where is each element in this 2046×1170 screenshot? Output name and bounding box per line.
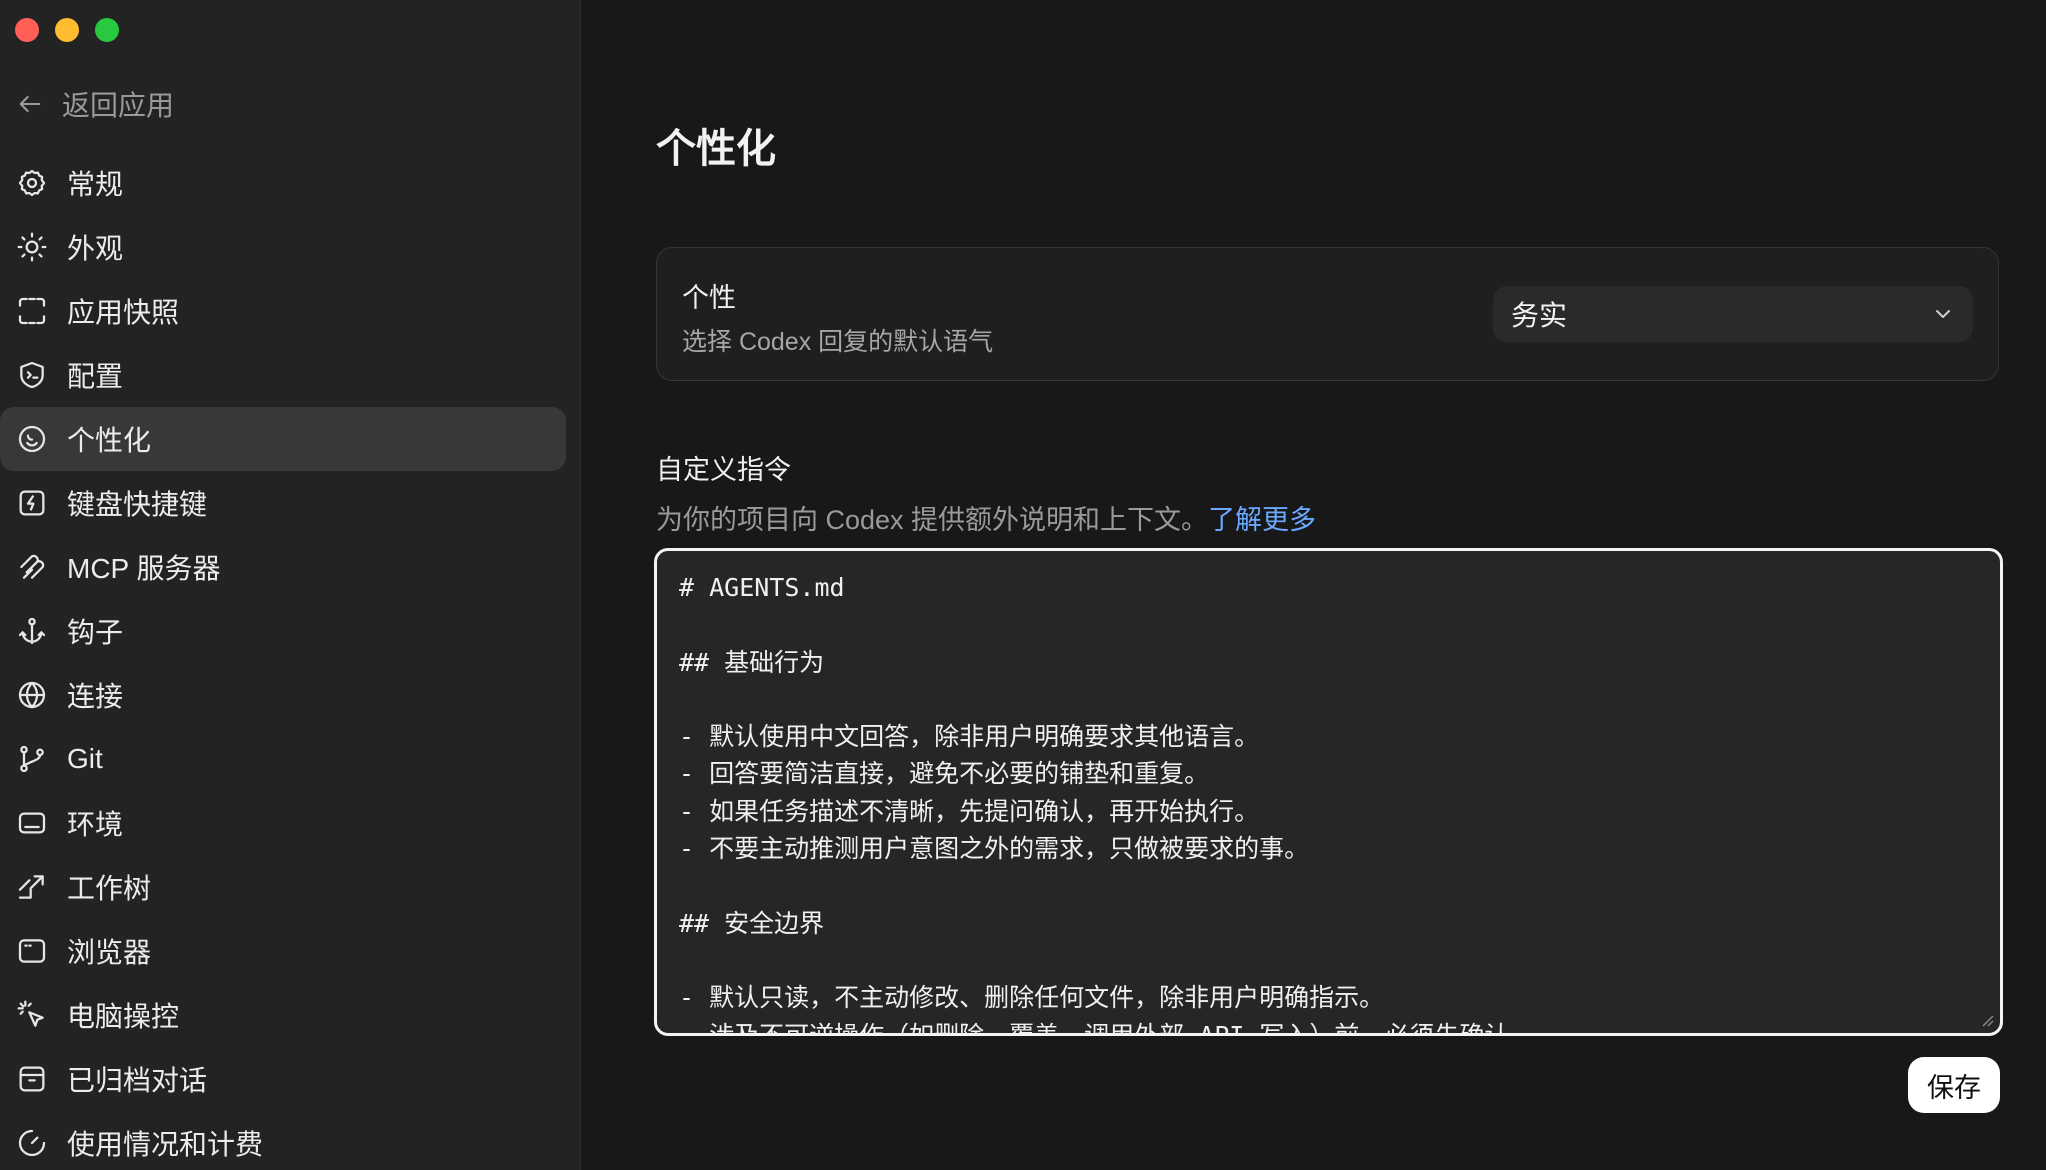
sidebar-item-usage-billing[interactable]: 使用情况和计费 xyxy=(0,1111,566,1170)
sidebar-item-keyboard-shortcuts[interactable]: 键盘快捷键 xyxy=(0,471,566,535)
sidebar-item-label: 应用快照 xyxy=(67,297,180,328)
sidebar-item-label: MCP 服务器 xyxy=(67,553,221,584)
sidebar-item-git[interactable]: Git xyxy=(0,727,566,791)
custom-instructions-description: 为你的项目向 Codex 提供额外说明和上下文。 xyxy=(656,505,1209,535)
sidebar-item-mcp-servers[interactable]: MCP 服务器 xyxy=(0,535,566,599)
resize-handle-icon[interactable] xyxy=(1978,1011,1994,1027)
sidebar-item-label: 已归档对话 xyxy=(67,1065,208,1096)
sidebar: 返回应用 常规 外观 应用快照 配置 个性化 键盘快捷键 MCP 服务器 钩子 … xyxy=(0,0,581,1170)
personality-selected-value: 务实 xyxy=(1511,300,1568,331)
maximize-window-button[interactable] xyxy=(95,18,119,42)
sidebar-item-label: 配置 xyxy=(67,361,124,392)
sidebar-item-label: 键盘快捷键 xyxy=(67,489,208,520)
custom-instructions-subtitle: 为你的项目向 Codex 提供额外说明和上下文。了解更多 xyxy=(656,498,1316,537)
sun-icon xyxy=(16,231,48,263)
sidebar-item-label: 钩子 xyxy=(67,617,124,648)
sidebar-item-label: 连接 xyxy=(67,681,124,712)
sidebar-item-appearance[interactable]: 外观 xyxy=(0,215,566,279)
globe-icon xyxy=(16,679,48,711)
learn-more-link[interactable]: 了解更多 xyxy=(1208,505,1316,535)
back-to-app-link[interactable]: 返回应用 xyxy=(16,84,174,124)
gear-icon xyxy=(16,167,48,199)
sidebar-item-connections[interactable]: 连接 xyxy=(0,663,566,727)
monitor-icon xyxy=(16,807,48,839)
sidebar-item-hooks[interactable]: 钩子 xyxy=(0,599,566,663)
sidebar-item-computer-control[interactable]: 电脑操控 xyxy=(0,983,566,1047)
sidebar-item-label: 个性化 xyxy=(67,425,152,456)
sidebar-item-environment[interactable]: 环境 xyxy=(0,791,566,855)
sidebar-item-label: Git xyxy=(67,743,103,774)
personality-card: 个性 选择 Codex 回复的默认语气 务实 xyxy=(656,247,1999,381)
shield-terminal-icon xyxy=(16,359,48,391)
settings-nav: 常规 外观 应用快照 配置 个性化 键盘快捷键 MCP 服务器 钩子 连接 Gi… xyxy=(0,151,581,1170)
personality-select[interactable]: 务实 xyxy=(1493,286,1973,342)
anchor-icon xyxy=(16,615,48,647)
custom-instructions-content: # AGENTS.md ## 基础行为 - 默认使用中文回答，除非用户明确要求其… xyxy=(679,573,1535,1036)
sidebar-item-label: 使用情况和计费 xyxy=(67,1129,264,1160)
sidebar-item-browser[interactable]: 浏览器 xyxy=(0,919,566,983)
sidebar-item-label: 外观 xyxy=(67,233,124,264)
page-title: 个性化 xyxy=(656,127,776,171)
save-button[interactable]: 保存 xyxy=(1908,1057,2000,1113)
sidebar-item-label: 浏览器 xyxy=(67,937,152,968)
minimize-window-button[interactable] xyxy=(55,18,79,42)
git-branch-icon xyxy=(16,743,48,775)
browser-icon xyxy=(16,935,48,967)
lightning-key-icon xyxy=(16,487,48,519)
personality-subtitle: 选择 Codex 回复的默认语气 xyxy=(682,328,994,356)
main-content: 个性化 个性 选择 Codex 回复的默认语气 务实 自定义指令 为你的项目向 … xyxy=(581,0,2046,1170)
sidebar-item-label: 环境 xyxy=(67,809,124,840)
back-label: 返回应用 xyxy=(62,90,175,121)
close-window-button[interactable] xyxy=(15,18,39,42)
mcp-icon xyxy=(16,551,48,583)
snapshot-icon xyxy=(16,295,48,327)
custom-instructions-title: 自定义指令 xyxy=(656,455,791,485)
chevron-down-icon xyxy=(1936,310,1950,318)
sidebar-item-worktrees[interactable]: 工作树 xyxy=(0,855,566,919)
personality-title: 个性 xyxy=(682,283,736,313)
sidebar-item-label: 电脑操控 xyxy=(67,1001,180,1032)
worktree-icon xyxy=(16,871,48,903)
cursor-click-icon xyxy=(16,999,48,1031)
gauge-icon xyxy=(16,1127,48,1159)
window-controls xyxy=(15,18,119,42)
personalize-icon xyxy=(16,423,48,455)
sidebar-item-archived-chats[interactable]: 已归档对话 xyxy=(0,1047,566,1111)
arrow-left-icon xyxy=(19,95,41,113)
sidebar-item-label: 常规 xyxy=(67,169,124,200)
sidebar-item-app-snapshot[interactable]: 应用快照 xyxy=(0,279,566,343)
custom-instructions-textarea[interactable]: # AGENTS.md ## 基础行为 - 默认使用中文回答，除非用户明确要求其… xyxy=(654,548,2003,1036)
sidebar-item-general[interactable]: 常规 xyxy=(0,151,566,215)
archive-icon xyxy=(16,1063,48,1095)
sidebar-item-config[interactable]: 配置 xyxy=(0,343,566,407)
sidebar-item-personalization[interactable]: 个性化 xyxy=(0,407,566,471)
sidebar-item-label: 工作树 xyxy=(67,873,152,904)
settings-window: 返回应用 常规 外观 应用快照 配置 个性化 键盘快捷键 MCP 服务器 钩子 … xyxy=(0,0,2046,1170)
